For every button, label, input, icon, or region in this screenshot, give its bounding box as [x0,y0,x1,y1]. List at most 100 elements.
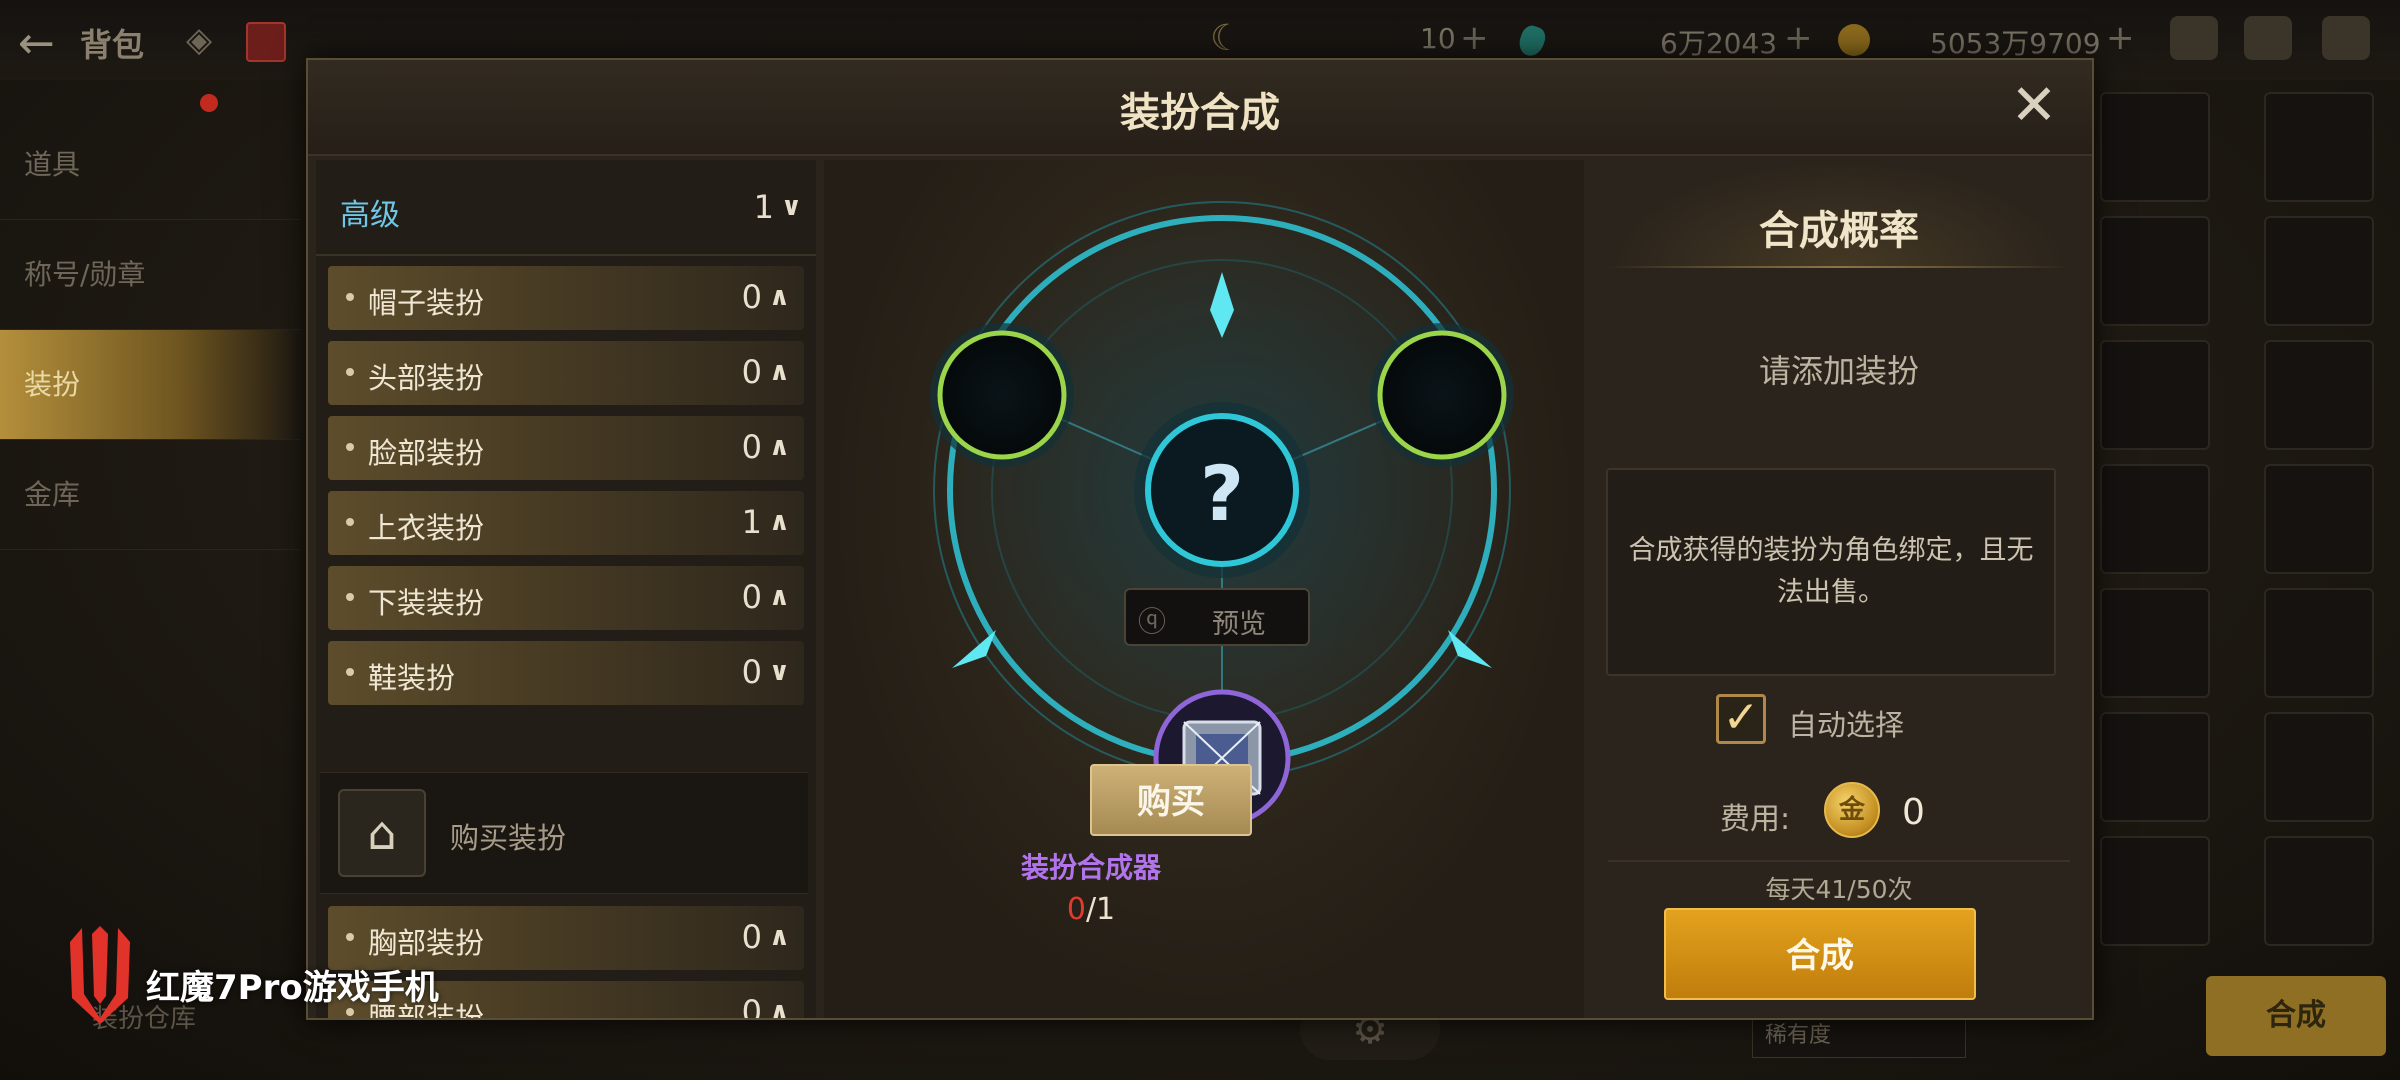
category-count: 0 [741,428,762,466]
bullet-icon [346,443,354,451]
rarity-dropdown[interactable]: 稀有度 [1752,1014,1966,1058]
gift-icon[interactable] [246,22,286,62]
currency-3-value: 5053万9709 [1930,27,2101,60]
brand-watermark: 红魔7Pro游戏手机 [146,968,439,1008]
category-count: 0 [741,918,762,956]
grade-filter[interactable]: 高级 1 ∨ [316,160,816,256]
category-count: 0 [741,993,762,1018]
inventory-slot[interactable] [2264,712,2374,822]
category-count: 1 [741,503,762,541]
category-row-top[interactable]: 上衣装扮 1 ∧ [328,491,804,555]
currency-3-add-button[interactable]: + [2106,18,2135,58]
synthesizer-count: 0/1 [824,892,1358,927]
synthesize-button[interactable]: 合成 [1664,908,1976,1000]
chevron-up-icon: ∧ [768,997,790,1018]
eye-icon[interactable]: ◈ [186,20,212,60]
checkmark-icon: ✓ [1722,692,1760,743]
chevron-down-icon: ∨ [780,192,802,222]
category-list: 高级 1 ∨ 帽子装扮 0 ∧ 头部装扮 0 ∧ 脸部装扮 0 ∧ 上衣装扮 1… [316,160,816,1018]
category-label: 下装装扮 [368,586,485,620]
side-item-costume[interactable]: 装扮 [0,330,300,440]
category-label: 头部装扮 [368,361,485,395]
inventory-slot[interactable] [2264,836,2374,946]
bullet-icon [346,518,354,526]
category-label: 脸部装扮 [368,436,485,470]
inventory-slot[interactable] [2100,340,2210,450]
gem-icon [1515,22,1549,60]
category-row-face[interactable]: 脸部装扮 0 ∧ [328,416,804,480]
left-material-slot [937,330,1067,460]
inventory-slot[interactable] [2100,836,2210,946]
dialog-header: 装扮合成 ✕ [308,60,2092,156]
synthesis-dialog: 装扮合成 ✕ 高级 1 ∨ 帽子装扮 0 ∧ 头部装扮 0 ∧ 脸部装扮 0 ∧ [306,58,2094,1020]
divider [1608,266,2070,268]
inventory-slot[interactable] [2100,712,2210,822]
category-label: 帽子装扮 [368,286,485,320]
inventory-slot[interactable] [2100,92,2210,202]
category-count: 0 [741,578,762,616]
bottom-synth-button[interactable]: 合成 [2206,976,2386,1056]
inventory-slot[interactable] [2100,464,2210,574]
daily-limit: 每天41/50次 [1765,875,1913,904]
cost-value: 0 [1902,792,1925,833]
chevron-up-icon: ∧ [768,357,790,387]
buy-costume-row[interactable]: ⌂ 购买装扮 [320,772,808,894]
bullet-icon [346,593,354,601]
shop-bag-icon[interactable] [2170,16,2218,60]
buy-button[interactable]: 购买 [1090,764,1252,836]
auto-select-label: 自动选择 [1788,708,1905,742]
close-icon[interactable]: ✕ [2008,78,2060,134]
category-count: 0 [741,353,762,391]
inventory-slot[interactable] [2264,588,2374,698]
notification-dot [200,94,218,112]
inventory-slot[interactable] [2264,216,2374,326]
currency-1-add-button[interactable]: + [1460,18,1489,58]
shop-icon: ⌂ [338,789,426,877]
moon-icon: ☾ [1210,18,1243,59]
category-row-hat[interactable]: 帽子装扮 0 ∧ [328,266,804,330]
inventory-slot[interactable] [2100,588,2210,698]
inventory-slot[interactable] [2264,92,2374,202]
bullet-icon [346,668,354,676]
mail-icon[interactable] [2244,16,2292,60]
category-count: 0 [741,653,762,691]
grade-label: 高级 [340,198,400,233]
synthesizer-name: 装扮合成器 [1020,851,1161,884]
cost-label: 费用: [1720,802,1791,837]
side-item-vault[interactable]: 金库 [0,440,300,550]
category-row-shoes[interactable]: 鞋装扮 0 ∨ [328,641,804,705]
currency-1-value: 10 [1420,22,1456,55]
category-label: 胸部装扮 [368,926,485,960]
chevron-up-icon: ∧ [768,582,790,612]
side-item-items[interactable]: 道具 [0,110,300,220]
category-row-bottom[interactable]: 下装装扮 0 ∧ [328,566,804,630]
coin-icon [1838,24,1870,56]
category-label: 鞋装扮 [368,661,456,695]
inventory-slot[interactable] [2264,340,2374,450]
category-count: 0 [741,278,762,316]
chat-icon[interactable] [2322,16,2370,60]
category-row-head[interactable]: 头部装扮 0 ∧ [328,341,804,405]
question-circle-icon: ⓠ [1138,605,1167,638]
back-arrow-icon[interactable]: ← [18,18,55,69]
side-item-titles[interactable]: 称号/勋章 [0,220,300,330]
notice-box: 合成获得的装扮为角色绑定，且无法出售。 [1606,468,2056,676]
auto-select-checkbox[interactable]: ✓ [1716,694,1766,744]
inventory-slot[interactable] [2100,216,2210,326]
divider [1608,860,2070,862]
bullet-icon [346,1008,354,1016]
gold-coin-icon: 金 [1824,782,1880,838]
chevron-up-icon: ∧ [768,922,790,952]
chevron-down-icon: ∨ [768,657,790,687]
add-costume-hint: 请添加装扮 [1758,352,1919,390]
notice-text: 合成获得的装扮为角色绑定，且无法出售。 [1628,535,2034,608]
owned-count: 0 [1066,892,1086,927]
inventory-slot[interactable] [2264,464,2374,574]
preview-button[interactable]: ⓠ 预览 [1124,588,1310,646]
currency-2-value: 6万2043 [1660,27,1778,60]
chevron-up-icon: ∧ [768,507,790,537]
bullet-icon [346,368,354,376]
buy-costume-label: 购买装扮 [450,821,567,855]
category-label: 上衣装扮 [368,511,485,545]
currency-2-add-button[interactable]: + [1784,18,1813,58]
